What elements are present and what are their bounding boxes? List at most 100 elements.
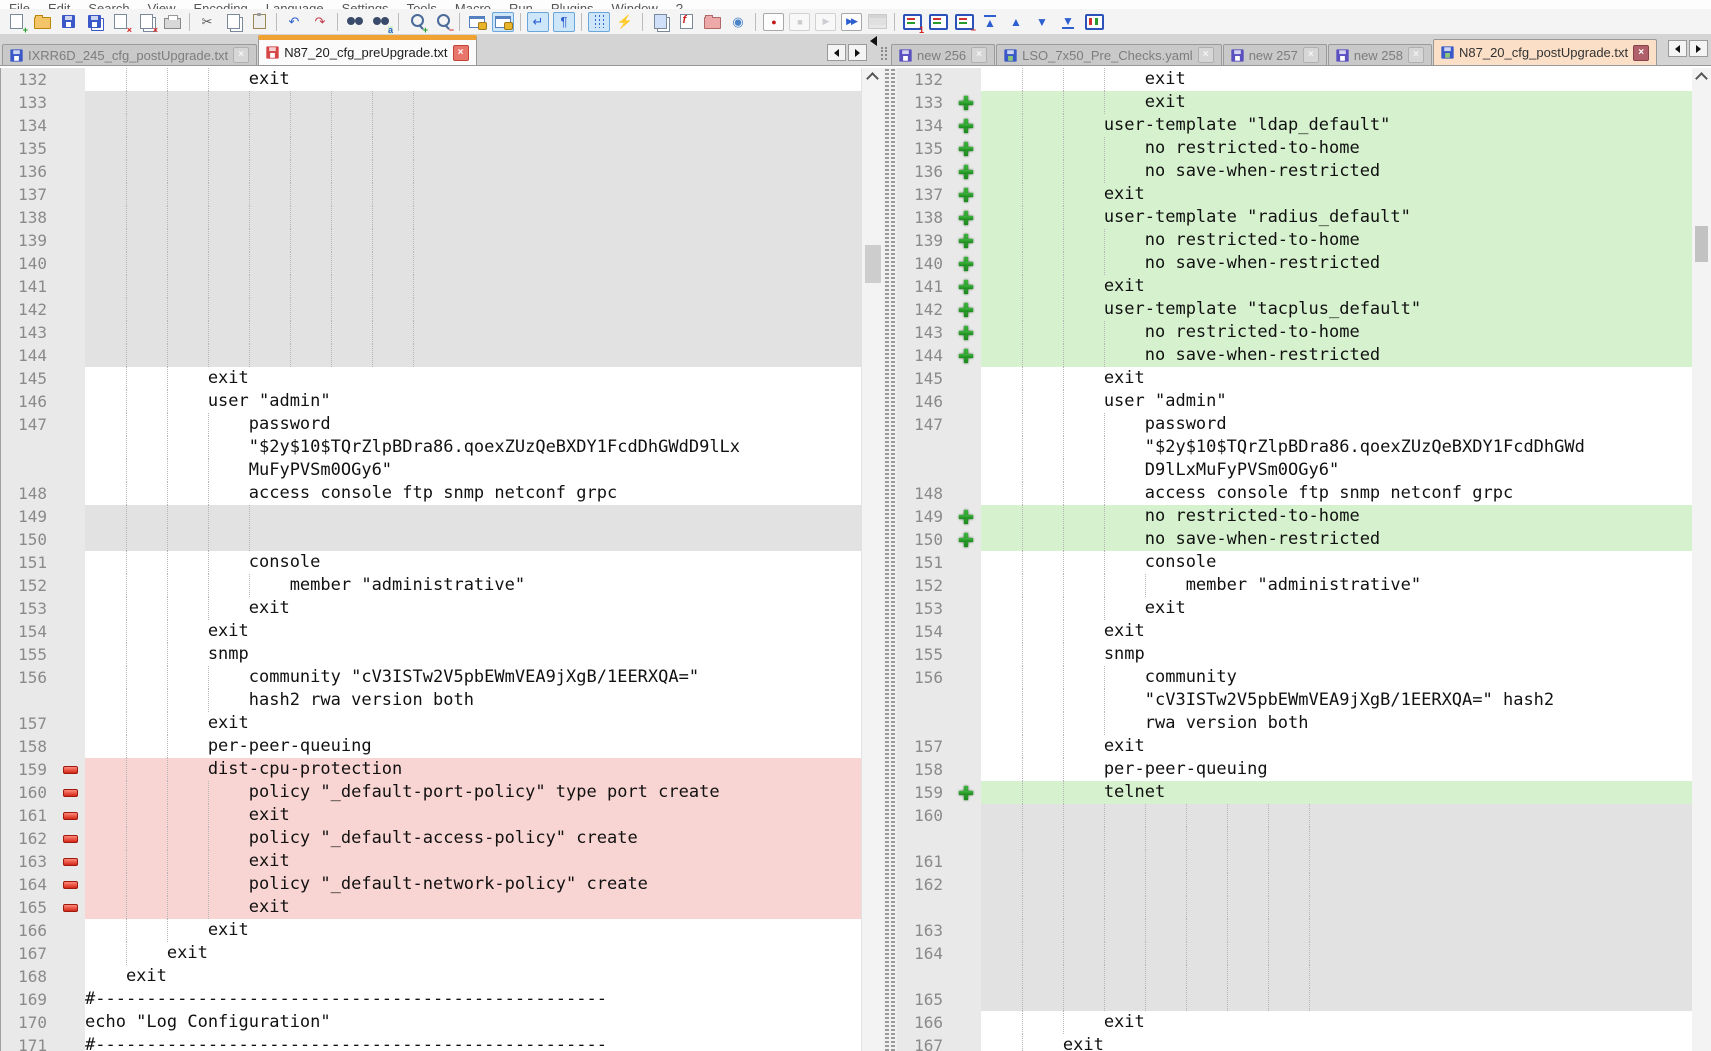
close-icon[interactable]: × — [453, 45, 469, 61]
code-line[interactable]: 171#------------------------------------… — [1, 1034, 861, 1051]
copy-button[interactable] — [222, 12, 244, 32]
code-line[interactable]: 136 — [1, 160, 861, 183]
code-text[interactable]: user "admin" — [85, 390, 861, 413]
code-text[interactable]: "cV3ISTw2V5pbEWmVEA9jXgB/1EERXQA=" hash2 — [981, 689, 1692, 712]
document-list-button[interactable] — [675, 12, 697, 32]
menu-item-settings[interactable]: Settings — [333, 0, 398, 9]
code-text[interactable]: user-template "radius_default" — [981, 206, 1692, 229]
code-line[interactable]: 167 exit — [897, 1034, 1692, 1051]
code-text[interactable]: exit — [981, 68, 1692, 91]
file-monitoring-button[interactable]: ◉ — [727, 12, 749, 32]
code-line[interactable]: 135 no restricted-to-home — [897, 137, 1692, 160]
code-line[interactable]: MuFyPVSm0OGy6" — [1, 459, 861, 482]
code-text[interactable] — [85, 137, 861, 160]
left-scrollbar-thumb[interactable] — [865, 245, 881, 283]
menu-item-language[interactable]: Language — [257, 0, 333, 9]
prev-diff-button[interactable]: ▲ — [1005, 12, 1027, 32]
code-line[interactable]: 167 exit — [1, 942, 861, 965]
menu-item-search[interactable]: Search — [79, 0, 138, 9]
tab-scroll-right-button[interactable] — [848, 44, 867, 61]
last-diff-button[interactable]: ▼ — [1057, 12, 1079, 32]
code-line[interactable]: "cV3ISTw2V5pbEWmVEA9jXgB/1EERXQA=" hash2 — [897, 689, 1692, 712]
code-line[interactable]: 138 — [1, 206, 861, 229]
code-text[interactable]: exit — [85, 850, 861, 873]
code-text[interactable]: exit — [85, 919, 861, 942]
editor-pane-right[interactable]: 132 exit133 exit134 user-template "ldap_… — [897, 68, 1692, 1051]
code-line[interactable]: hash2 rwa version both — [1, 689, 861, 712]
code-line[interactable]: "$2y$10$TQrZlpBDra86.qoexZUzQeBXDY1FcdDh… — [897, 436, 1692, 459]
code-text[interactable]: exit — [981, 183, 1692, 206]
code-line[interactable]: 151 console — [897, 551, 1692, 574]
redo-button[interactable]: ↷ — [309, 12, 331, 32]
menu-item-window[interactable]: Window — [603, 0, 667, 9]
code-line[interactable]: 137 — [1, 183, 861, 206]
code-line[interactable]: 142 user-template "tacplus_default" — [897, 298, 1692, 321]
code-text[interactable] — [85, 528, 861, 551]
compare-set-first-button[interactable]: 1 — [901, 12, 923, 32]
left-pane-scrollbar[interactable] — [861, 68, 884, 1051]
code-text[interactable] — [981, 988, 1692, 1011]
code-line[interactable]: "$2y$10$TQrZlpBDra86.qoexZUzQeBXDY1FcdDh… — [1, 436, 861, 459]
code-line[interactable]: 164 — [897, 942, 1692, 965]
save-all-button[interactable] — [83, 12, 105, 32]
code-line[interactable]: 155 snmp — [897, 643, 1692, 666]
code-line[interactable]: 146 user "admin" — [1, 390, 861, 413]
macro-save-button[interactable] — [866, 12, 888, 32]
code-text[interactable] — [981, 896, 1692, 919]
code-line[interactable]: 139 — [1, 229, 861, 252]
code-line[interactable]: 168 exit — [1, 965, 861, 988]
code-line[interactable]: 158 per-peer-queuing — [1, 735, 861, 758]
code-text[interactable] — [981, 965, 1692, 988]
right-scrollbar-thumb[interactable] — [1695, 226, 1708, 262]
code-line[interactable]: 163 exit — [1, 850, 861, 873]
code-line[interactable]: 166 exit — [897, 1011, 1692, 1034]
tab-scroll-left-button[interactable] — [827, 44, 846, 61]
code-line[interactable]: 147 password — [1, 413, 861, 436]
code-text[interactable]: no restricted-to-home — [981, 505, 1692, 528]
code-line[interactable]: 157 exit — [1, 712, 861, 735]
code-text[interactable]: exit — [85, 712, 861, 735]
code-line[interactable]: 149 — [1, 505, 861, 528]
code-line[interactable]: 132 exit — [897, 68, 1692, 91]
close-all-button[interactable]: × — [135, 12, 157, 32]
code-text[interactable]: exit — [981, 597, 1692, 620]
code-text[interactable] — [85, 321, 861, 344]
code-text[interactable]: snmp — [85, 643, 861, 666]
menu-item-macro[interactable]: Macro — [446, 0, 500, 9]
macro-play-button[interactable]: ▶ — [814, 12, 836, 32]
code-line[interactable]: 152 member "administrative" — [897, 574, 1692, 597]
code-line[interactable]: D9lLxMuFyPVSm0OGy6" — [897, 459, 1692, 482]
code-line[interactable]: 151 console — [1, 551, 861, 574]
code-line[interactable]: 159 dist-cpu-protection — [1, 758, 861, 781]
code-line[interactable] — [897, 965, 1692, 988]
zoom-in-button[interactable]: + — [405, 12, 427, 32]
save-button[interactable] — [57, 12, 79, 32]
code-text[interactable] — [85, 344, 861, 367]
menu-item-[interactable]: ? — [667, 0, 692, 9]
code-line[interactable]: 142 — [1, 298, 861, 321]
macro-record-button[interactable]: ● — [762, 12, 784, 32]
code-line[interactable]: 146 user "admin" — [897, 390, 1692, 413]
code-line[interactable]: 161 exit — [1, 804, 861, 827]
code-line[interactable]: 158 per-peer-queuing — [897, 758, 1692, 781]
code-line[interactable]: 169#------------------------------------… — [1, 988, 861, 1011]
close-icon[interactable]: × — [1198, 47, 1214, 63]
new-file-button[interactable]: + — [5, 12, 27, 32]
code-line[interactable]: 148 access console ftp snmp netconf grpc — [897, 482, 1692, 505]
code-text[interactable]: exit — [85, 620, 861, 643]
code-line[interactable]: 145 exit — [1, 367, 861, 390]
menu-item-plugins[interactable]: Plugins — [542, 0, 603, 9]
code-line[interactable]: 133 — [1, 91, 861, 114]
code-line[interactable]: 149 no restricted-to-home — [897, 505, 1692, 528]
code-text[interactable] — [981, 919, 1692, 942]
code-text[interactable] — [85, 91, 861, 114]
code-line[interactable]: 143 — [1, 321, 861, 344]
code-line[interactable]: 161 — [897, 850, 1692, 873]
code-text[interactable] — [85, 298, 861, 321]
code-line[interactable]: 134 user-template "ldap_default" — [897, 114, 1692, 137]
code-text[interactable]: MuFyPVSm0OGy6" — [85, 459, 861, 482]
show-all-characters-button[interactable]: ¶ — [553, 12, 575, 32]
code-text[interactable]: no save-when-restricted — [981, 160, 1692, 183]
code-line[interactable]: 163 — [897, 919, 1692, 942]
code-line[interactable]: 160 policy "_default-port-policy" type p… — [1, 781, 861, 804]
